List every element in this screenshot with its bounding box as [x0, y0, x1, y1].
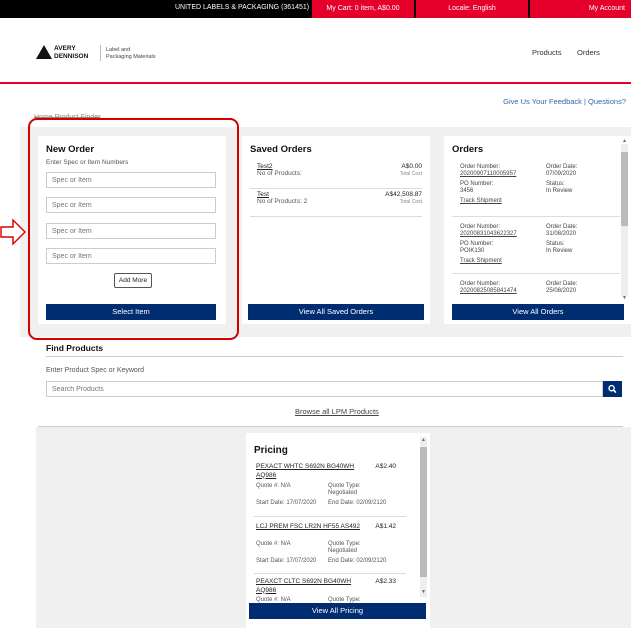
- pricing-price: A$2.40: [375, 463, 396, 470]
- order-status: In Review: [546, 248, 573, 254]
- find-hint: Enter Product Spec or Keyword: [46, 367, 145, 374]
- order-item: Order Number: 20200825085841474 Order Da…: [460, 281, 578, 294]
- saved-orders-card: Saved Orders Test2 No of Products: A$0.0…: [242, 136, 430, 324]
- saved-order-total-label: Total Cost: [399, 171, 422, 177]
- view-all-saved-orders-button[interactable]: View All Saved Orders: [248, 304, 424, 320]
- saved-order-amount: A$42,508.87: [385, 191, 422, 198]
- pricing-product-link[interactable]: PEXACT WHTC S692N BG40WH AQ986: [256, 463, 364, 480]
- my-account-link[interactable]: My Account: [530, 0, 631, 18]
- pricing-product-link[interactable]: LCJ PREM FSC LR2N HF55 AS492: [256, 523, 364, 532]
- pricing-title: Pricing: [254, 445, 288, 456]
- pricing-item: PEAXCT CLTC S692N BG40WH AQ986 A$2.33 Qu…: [256, 578, 396, 603]
- view-all-orders-button[interactable]: View All Orders: [452, 304, 624, 320]
- track-shipment-link[interactable]: Track Shipment: [460, 258, 502, 264]
- saved-order-total-label: Total Cost: [399, 199, 422, 205]
- logo-line-1: AVERY: [54, 45, 76, 52]
- saved-order-count: No of Products:: [257, 170, 302, 177]
- saved-order-row[interactable]: Test2 No of Products: A$0.00 Total Cost: [250, 162, 422, 189]
- orders-scroll-thumb[interactable]: [621, 152, 628, 226]
- po-number: POIK130: [460, 248, 485, 254]
- find-products-title: Find Products: [46, 343, 104, 353]
- saved-orders-title: Saved Orders: [250, 144, 312, 155]
- order-item: Order Number: 20200831043622327 Order Da…: [452, 220, 620, 274]
- saved-order-row[interactable]: Test No of Products: 2 A$42,508.87 Total…: [250, 190, 422, 217]
- logo-subtitle: Label and Packaging Materials: [106, 47, 156, 60]
- saved-order-amount: A$0.00: [401, 163, 422, 170]
- order-date: 25/08/2020: [546, 288, 577, 294]
- track-shipment-link[interactable]: Track Shipment: [460, 198, 502, 204]
- order-number-link[interactable]: 20200907110005957: [460, 171, 516, 177]
- pricing-item: PEXACT WHTC S692N BG40WH AQ986 A$2.40 Qu…: [254, 463, 406, 517]
- order-number-link[interactable]: 20200831043622327: [460, 231, 517, 237]
- locale-selector[interactable]: Locale: English: [416, 0, 528, 18]
- order-status: In Review: [546, 188, 573, 194]
- pricing-scrollbar[interactable]: ▲ ▼: [420, 437, 427, 597]
- logo-divider: [100, 45, 101, 61]
- order-date: 31/08/2020: [546, 231, 577, 237]
- pricing-price: A$1.42: [375, 523, 396, 530]
- cart-link[interactable]: My Cart: 0 item, A$0.00: [312, 0, 414, 18]
- orders-card: Orders Order Number: 20200907110005957 O…: [444, 136, 631, 324]
- pricing-item: LCJ PREM FSC LR2N HF55 AS492 A$1.42 Quot…: [254, 520, 406, 574]
- find-divider: [46, 356, 623, 357]
- search-products-input[interactable]: [46, 381, 603, 397]
- pricing-card: Pricing PEXACT WHTC S692N BG40WH AQ986 A…: [246, 433, 430, 628]
- nav-products[interactable]: Products: [532, 48, 562, 57]
- order-date: 07/09/2020: [546, 171, 577, 177]
- logo-line-2: DENNISON: [54, 52, 89, 60]
- search-button[interactable]: [603, 381, 622, 397]
- company-name: UNITED LABELS & PACKAGING (361451): [175, 4, 310, 11]
- top-bar: UNITED LABELS & PACKAGING (361451) My Ca…: [0, 0, 631, 18]
- browse-all-products-link[interactable]: Browse all LPM Products: [295, 407, 379, 416]
- order-item: Order Number: 20200907110005957 Order Da…: [452, 163, 620, 217]
- feedback-link[interactable]: Give Us Your Feedback | Questions?: [503, 97, 626, 106]
- logo-triangle-icon: [36, 45, 52, 59]
- po-number: 3456: [460, 188, 474, 194]
- scroll-down-icon[interactable]: ▼: [421, 589, 426, 595]
- saved-order-name[interactable]: Test2: [257, 163, 273, 170]
- avery-dennison-logo[interactable]: AVERY DENNISON: [36, 44, 98, 62]
- pricing-price: A$2.33: [375, 578, 396, 585]
- saved-order-name[interactable]: Test: [257, 191, 269, 198]
- scroll-up-icon[interactable]: ▲: [421, 437, 426, 443]
- scroll-down-icon[interactable]: ▼: [622, 295, 627, 301]
- orders-scrollbar[interactable]: ▲ ▼: [621, 138, 628, 301]
- pricing-product-link[interactable]: PEAXCT CLTC S692N BG40WH AQ986: [256, 578, 364, 595]
- nav-orders[interactable]: Orders: [577, 48, 600, 57]
- view-all-pricing-button[interactable]: View All Pricing: [249, 603, 426, 619]
- orders-title: Orders: [452, 144, 484, 155]
- search-icon: [608, 384, 617, 393]
- highlight-arrow-icon: [0, 219, 26, 245]
- highlight-frame: [28, 118, 239, 340]
- order-number-link[interactable]: 20200825085841474: [460, 288, 517, 294]
- scroll-up-icon[interactable]: ▲: [622, 138, 627, 144]
- saved-order-count: No of Products: 2: [257, 198, 308, 205]
- pricing-scroll-thumb[interactable]: [420, 447, 427, 577]
